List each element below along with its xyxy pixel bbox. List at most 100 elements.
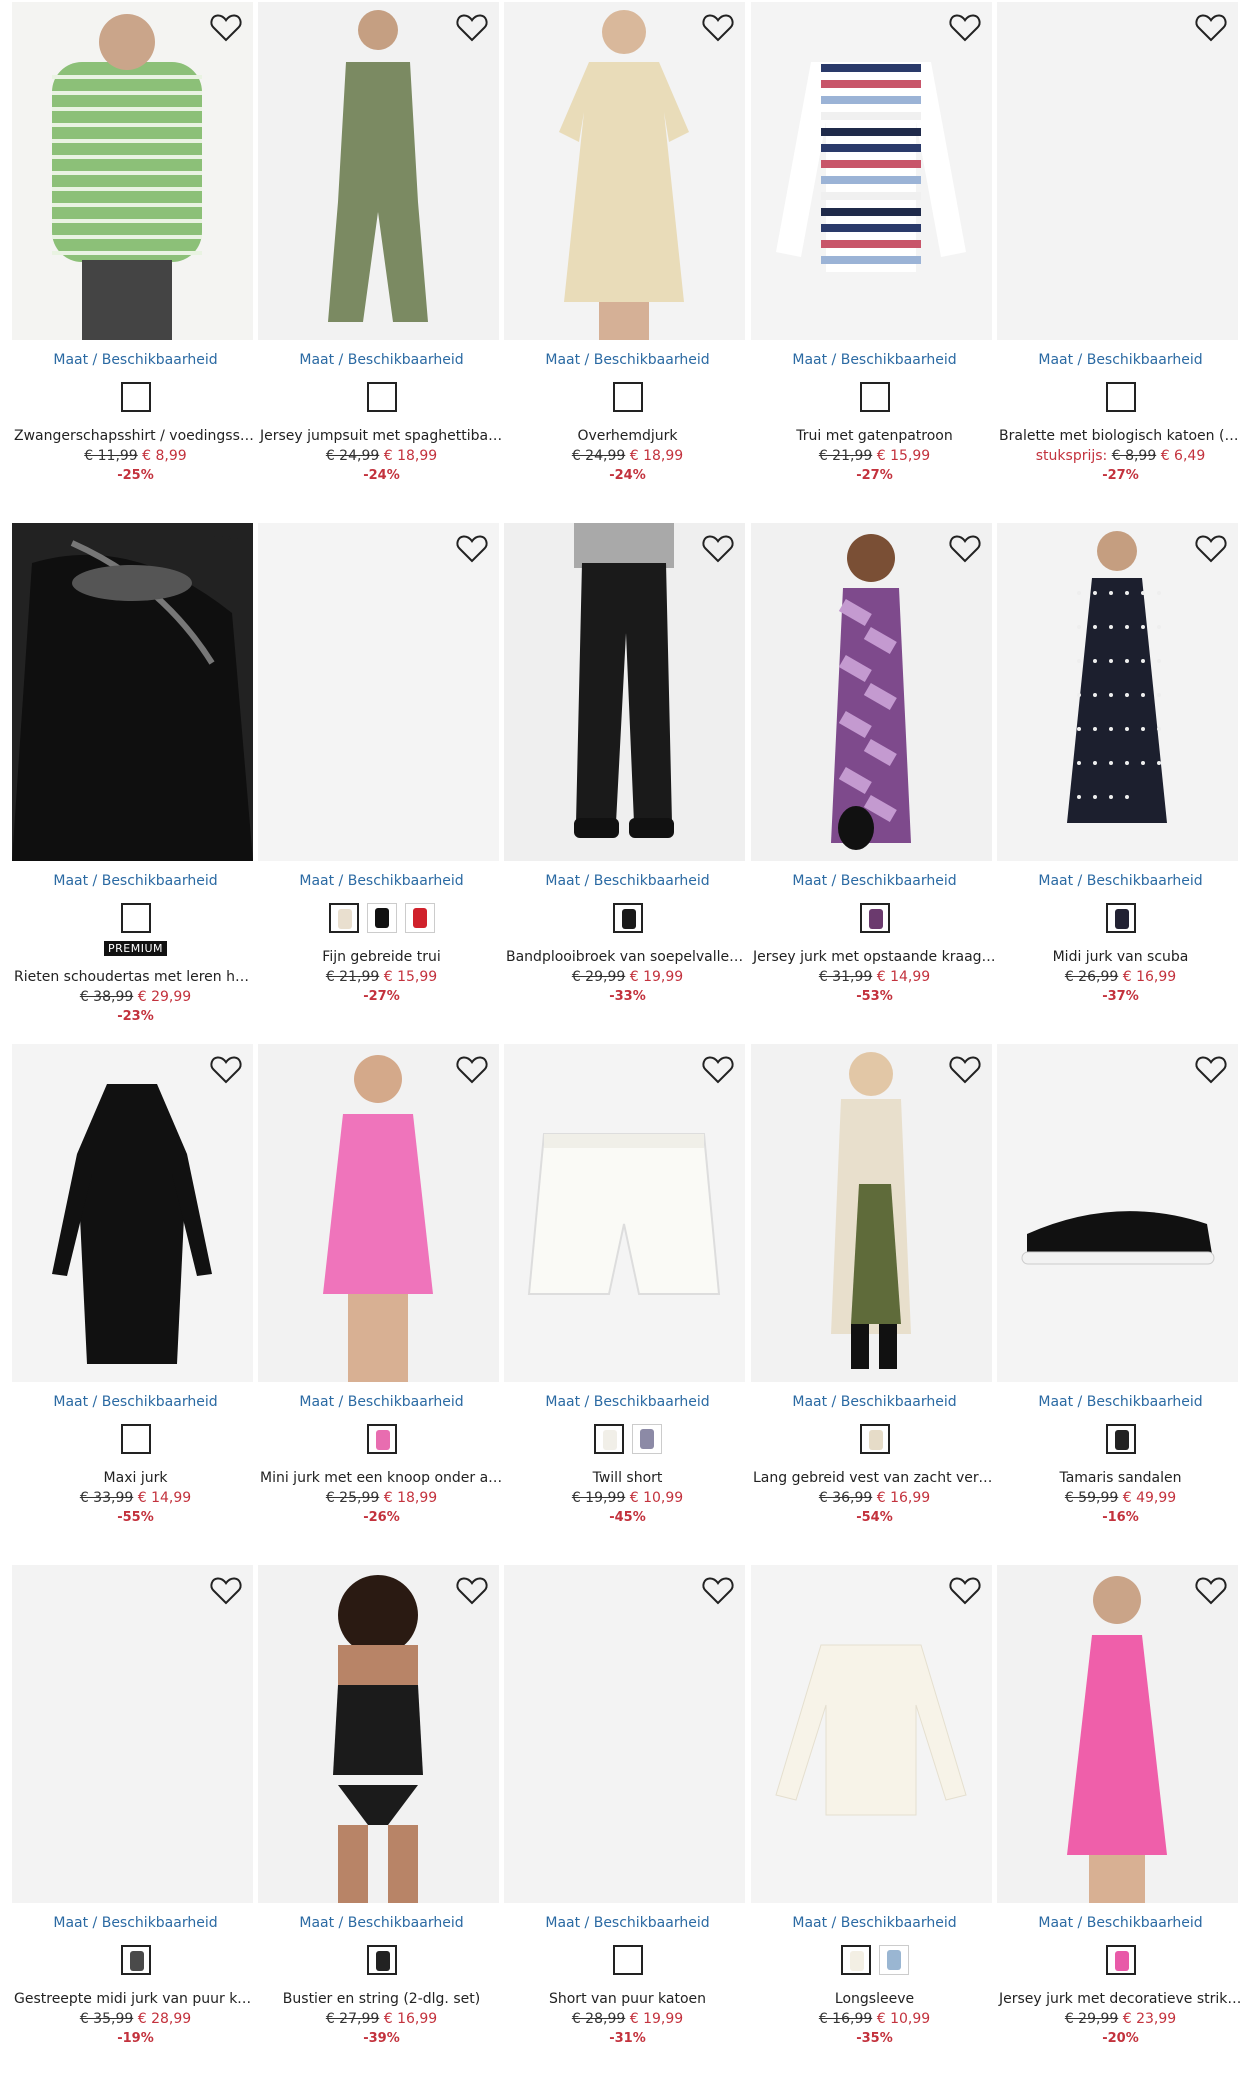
size-availability-link[interactable]: Maat / Beschikbaarheid	[12, 1394, 259, 1410]
size-availability-link[interactable]: Maat / Beschikbaarheid	[504, 352, 751, 368]
size-availability-link[interactable]: Maat / Beschikbaarheid	[258, 1915, 505, 1931]
product-card[interactable]: Maat / Beschikbaarheid Short van puur kat…	[504, 1565, 751, 2082]
size-availability-link[interactable]: Maat / Beschikbaarheid	[751, 873, 998, 889]
product-image[interactable]	[258, 1565, 499, 1903]
heart-outline-icon[interactable]	[209, 1054, 243, 1086]
product-name[interactable]: Jersey jurk met opstaande kraag en…	[751, 949, 998, 965]
size-availability-link[interactable]: Maat / Beschikbaarheid	[751, 352, 998, 368]
heart-outline-icon[interactable]	[948, 12, 982, 44]
product-name[interactable]: Bralette met biologisch katoen (set…	[997, 428, 1244, 444]
color-swatch[interactable]	[859, 382, 890, 412]
heart-outline-icon[interactable]	[1194, 1575, 1228, 1607]
size-availability-link[interactable]: Maat / Beschikbaarheid	[504, 1915, 751, 1931]
heart-outline-icon[interactable]	[701, 12, 735, 44]
color-swatch[interactable]	[612, 382, 643, 412]
color-swatch[interactable]	[120, 1945, 151, 1975]
color-swatch[interactable]	[120, 1424, 151, 1454]
product-card[interactable]: Maat / Beschikbaarheid Bustier en string …	[258, 1565, 505, 2082]
size-availability-link[interactable]: Maat / Beschikbaarheid	[997, 873, 1244, 889]
heart-outline-icon[interactable]	[701, 1054, 735, 1086]
size-availability-link[interactable]: Maat / Beschikbaarheid	[504, 1394, 751, 1410]
color-swatch[interactable]	[366, 903, 397, 933]
product-card[interactable]: Maat / Beschikbaarheid Lang gebreid vest …	[751, 1044, 998, 1564]
heart-outline-icon[interactable]	[209, 533, 243, 565]
color-swatch[interactable]	[404, 903, 435, 933]
product-image[interactable]	[258, 1044, 499, 1382]
product-image[interactable]	[997, 523, 1238, 861]
product-image[interactable]	[997, 1565, 1238, 1903]
product-name[interactable]: Trui met gatenpatroon	[751, 428, 998, 444]
color-swatch[interactable]	[1105, 1424, 1136, 1454]
product-image[interactable]	[751, 1565, 992, 1903]
product-image[interactable]	[12, 523, 253, 861]
product-image[interactable]	[258, 2, 499, 340]
product-name[interactable]: Zwangerschapsshirt / voedingsshirt…	[12, 428, 259, 444]
product-image[interactable]	[258, 523, 499, 861]
product-image[interactable]	[751, 2, 992, 340]
size-availability-link[interactable]: Maat / Beschikbaarheid	[12, 873, 259, 889]
product-card[interactable]: Maat / Beschikbaarheid Gestreepte midi ju…	[12, 1565, 259, 2082]
product-name[interactable]: Longsleeve	[751, 1991, 998, 2007]
product-card[interactable]: Maat / Beschikbaarheid Overhemdjurk € 24,9…	[504, 2, 751, 522]
product-card[interactable]: Maat / Beschikbaarheid Maxi jurk € 33,99 €…	[12, 1044, 259, 1564]
product-image[interactable]	[997, 1044, 1238, 1382]
product-name[interactable]: Jersey jurk met decoratieve strik a…	[997, 1991, 1244, 2007]
product-card[interactable]: Maat / Beschikbaarheid Fijn gebreide trui…	[258, 523, 505, 1043]
product-card[interactable]: Maat / Beschikbaarheid PREMIUM Rieten scho…	[12, 523, 259, 1043]
heart-outline-icon[interactable]	[209, 12, 243, 44]
product-image[interactable]	[12, 1044, 253, 1382]
size-availability-link[interactable]: Maat / Beschikbaarheid	[258, 873, 505, 889]
product-card[interactable]: Maat / Beschikbaarheid Jersey jumpsuit me…	[258, 2, 505, 522]
heart-outline-icon[interactable]	[1194, 1054, 1228, 1086]
product-name[interactable]: Maxi jurk	[12, 1470, 259, 1486]
heart-outline-icon[interactable]	[701, 1575, 735, 1607]
product-name[interactable]: Bustier en string (2-dlg. set)	[258, 1991, 505, 2007]
product-name[interactable]: Fijn gebreide trui	[258, 949, 505, 965]
product-name[interactable]: Mini jurk met een knoop onder aan …	[258, 1470, 505, 1486]
heart-outline-icon[interactable]	[455, 533, 489, 565]
product-name[interactable]: Gestreepte midi jurk van puur katoen	[12, 1991, 259, 2007]
product-image[interactable]	[12, 1565, 253, 1903]
product-name[interactable]: Bandplooibroek van soepelvallende…	[504, 949, 751, 965]
color-swatch[interactable]	[859, 903, 890, 933]
size-availability-link[interactable]: Maat / Beschikbaarheid	[997, 1394, 1244, 1410]
product-name[interactable]: Rieten schoudertas met leren heng…	[12, 969, 259, 985]
color-swatch[interactable]	[593, 1424, 624, 1454]
heart-outline-icon[interactable]	[948, 1575, 982, 1607]
product-name[interactable]: Twill short	[504, 1470, 751, 1486]
size-availability-link[interactable]: Maat / Beschikbaarheid	[258, 1394, 505, 1410]
size-availability-link[interactable]: Maat / Beschikbaarheid	[751, 1394, 998, 1410]
product-image[interactable]	[751, 1044, 992, 1382]
product-card[interactable]: Maat / Beschikbaarheid Zwangerschapsshirt…	[12, 2, 259, 522]
color-swatch[interactable]	[328, 903, 359, 933]
product-card[interactable]: Maat / Beschikbaarheid Jersey jurk met op…	[751, 523, 998, 1043]
heart-outline-icon[interactable]	[1194, 12, 1228, 44]
product-card[interactable]: Maat / Beschikbaarheid Tamaris sandalen € …	[997, 1044, 1244, 1564]
color-swatch[interactable]	[1105, 382, 1136, 412]
color-swatch[interactable]	[878, 1945, 909, 1975]
product-name[interactable]: Overhemdjurk	[504, 428, 751, 444]
size-availability-link[interactable]: Maat / Beschikbaarheid	[12, 352, 259, 368]
product-card[interactable]: Maat / Beschikbaarheid Mini jurk met een …	[258, 1044, 505, 1564]
product-card[interactable]: Maat / Beschikbaarheid Bandplooibroek van…	[504, 523, 751, 1043]
heart-outline-icon[interactable]	[948, 1054, 982, 1086]
size-availability-link[interactable]: Maat / Beschikbaarheid	[504, 873, 751, 889]
color-swatch[interactable]	[612, 903, 643, 933]
color-swatch[interactable]	[120, 382, 151, 412]
color-swatch[interactable]	[120, 903, 151, 933]
product-card[interactable]: Maat / Beschikbaarheid Midi jurk van scub…	[997, 523, 1244, 1043]
product-card[interactable]: Maat / Beschikbaarheid Twill short € 19,99…	[504, 1044, 751, 1564]
product-name[interactable]: Tamaris sandalen	[997, 1470, 1244, 1486]
heart-outline-icon[interactable]	[948, 533, 982, 565]
product-name[interactable]: Short van puur katoen	[504, 1991, 751, 2007]
product-name[interactable]: Jersey jumpsuit met spaghettiband…	[258, 428, 505, 444]
size-availability-link[interactable]: Maat / Beschikbaarheid	[997, 1915, 1244, 1931]
size-availability-link[interactable]: Maat / Beschikbaarheid	[12, 1915, 259, 1931]
heart-outline-icon[interactable]	[455, 12, 489, 44]
product-card[interactable]: Maat / Beschikbaarheid Longsleeve € 16,99 …	[751, 1565, 998, 2082]
product-name[interactable]: Lang gebreid vest van zacht vereng…	[751, 1470, 998, 1486]
heart-outline-icon[interactable]	[701, 533, 735, 565]
color-swatch[interactable]	[1105, 1945, 1136, 1975]
heart-outline-icon[interactable]	[455, 1054, 489, 1086]
product-image[interactable]	[12, 2, 253, 340]
